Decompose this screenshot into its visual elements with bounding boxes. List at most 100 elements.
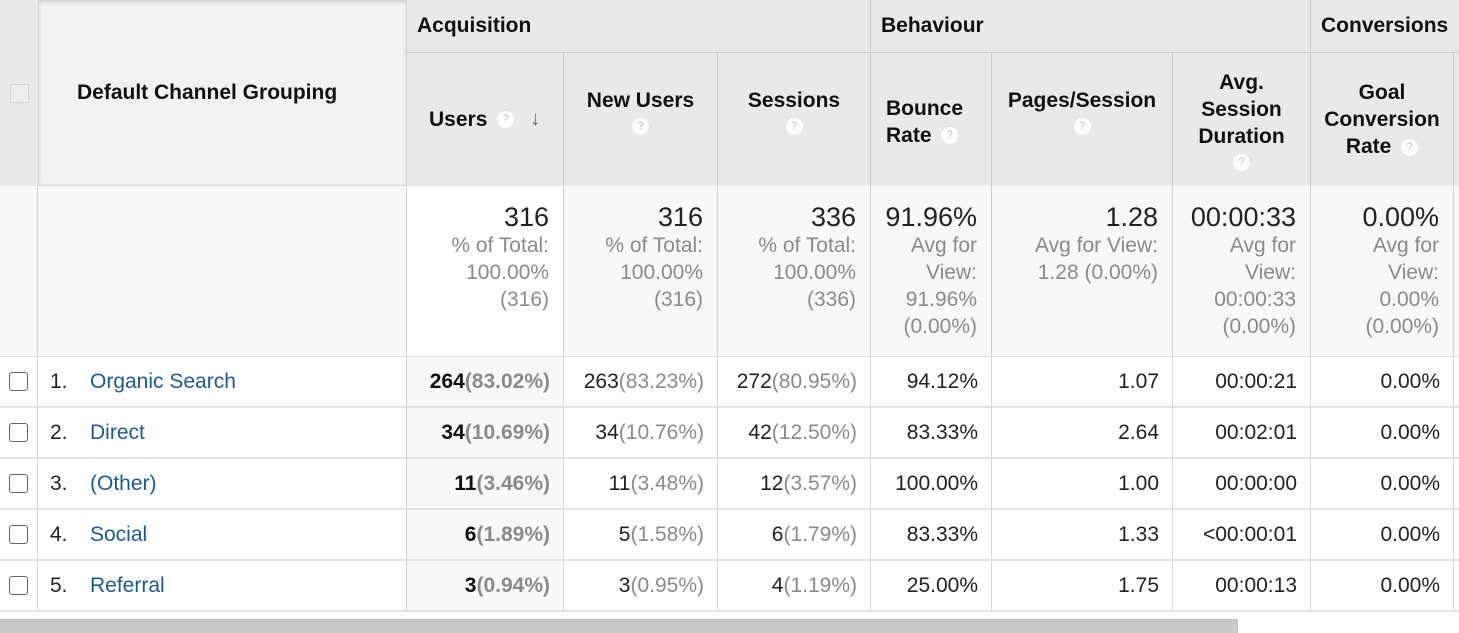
row-index: 3.	[50, 471, 68, 495]
cell-new-users: 11 (3.48%)	[564, 459, 718, 510]
question-circle-icon[interactable]: ?	[785, 117, 803, 135]
column-header-pages-session[interactable]: Pages/Session ?	[992, 53, 1173, 186]
row-checkbox-cell	[0, 510, 38, 561]
column-header-bounce-rate[interactable]: Bounce Rate ?	[871, 53, 992, 186]
cell-avg-session-duration: 00:00:13	[1173, 561, 1311, 612]
total-sub: 100.00%	[620, 261, 703, 284]
total-sub: Avg for	[1229, 234, 1296, 257]
row-overflow	[1454, 357, 1459, 408]
cell-bounce-rate: 83.33%	[871, 510, 992, 561]
cell-goal-conversion-rate: 0.00%	[1311, 357, 1454, 408]
row-overflow	[1454, 510, 1459, 561]
totals-overflow	[1454, 186, 1459, 357]
bounce-rate-value: 94.12%	[906, 369, 978, 393]
goal-conv-value: 0.00%	[1380, 369, 1440, 393]
total-sub: (316)	[499, 288, 549, 311]
select-all-checkbox[interactable]	[9, 83, 29, 103]
row-checkbox[interactable]	[9, 576, 28, 595]
total-sub: 91.96%	[905, 288, 977, 311]
new-users-percent: (10.76%)	[618, 420, 704, 444]
users-percent: (83.02%)	[464, 369, 550, 393]
row-checkbox[interactable]	[9, 372, 28, 391]
channel-link[interactable]: Social	[90, 523, 147, 547]
question-circle-icon[interactable]: ?	[941, 127, 959, 145]
cell-bounce-rate: 83.33%	[871, 408, 992, 459]
column-header-goal-conversion-rate[interactable]: Goal Conversion Rate ?	[1311, 53, 1454, 186]
avg-duration-value: 00:00:13	[1215, 573, 1297, 597]
row-checkbox[interactable]	[9, 525, 28, 544]
cell-sessions: 4 (1.19%)	[718, 561, 871, 612]
cell-goal-conversion-rate: 0.00%	[1311, 408, 1454, 459]
arrow-down-icon[interactable]: ↓	[530, 106, 540, 133]
report-table: Default Channel Grouping Acquisition Beh…	[0, 0, 1459, 612]
pages-session-value: 1.75	[1118, 573, 1159, 597]
cell-users: 6 (1.89%)	[407, 510, 564, 561]
pages-session-value: 1.07	[1118, 369, 1159, 393]
cell-pages-session: 1.33	[992, 510, 1173, 561]
total-value: 91.96%	[885, 202, 977, 232]
new-users-percent: (3.48%)	[630, 471, 704, 495]
row-index: 4.	[50, 522, 68, 546]
new-users-value: 34	[595, 420, 619, 444]
sessions-percent: (1.79%)	[783, 522, 857, 546]
row-checkbox[interactable]	[9, 423, 28, 442]
question-circle-icon[interactable]: ?	[1073, 117, 1091, 135]
cell-bounce-rate: 25.00%	[871, 561, 992, 612]
total-sub: 1.28 (0.00%)	[1037, 261, 1158, 284]
column-header-users[interactable]: Users ? ↓	[407, 53, 564, 186]
row-checkbox-cell	[0, 561, 38, 612]
cell-goal-conversion-rate: 0.00%	[1311, 561, 1454, 612]
sessions-value: 12	[760, 471, 784, 495]
total-sub: (0.00%)	[1365, 315, 1439, 338]
sessions-percent: (3.57%)	[783, 471, 857, 495]
column-label: New Users	[586, 88, 695, 112]
column-header-sessions[interactable]: Sessions ?	[718, 53, 871, 186]
users-value: 264	[429, 369, 465, 393]
channel-link[interactable]: Referral	[90, 574, 165, 598]
total-value: 316	[657, 202, 703, 232]
total-sub: 100.00%	[773, 261, 856, 284]
bounce-rate-value: 25.00%	[906, 573, 978, 597]
avg-duration-value: 00:00:21	[1215, 369, 1297, 393]
total-sub: (316)	[653, 288, 703, 311]
users-percent: (10.69%)	[464, 420, 550, 444]
question-circle-icon[interactable]: ?	[632, 117, 649, 135]
column-header-new-users[interactable]: New Users ?	[564, 53, 718, 186]
total-sub: View:	[926, 261, 977, 284]
cell-sessions: 272 (80.95%)	[718, 357, 871, 408]
group-label: Behaviour	[881, 14, 984, 37]
new-users-value: 3	[618, 573, 631, 597]
bounce-rate-value: 83.33%	[906, 420, 978, 444]
horizontal-scrollbar-thumb[interactable]	[0, 619, 1238, 633]
total-value: 336	[810, 202, 856, 232]
question-circle-icon[interactable]: ?	[1233, 153, 1250, 171]
avg-duration-value: 00:00:00	[1215, 471, 1297, 495]
column-label: Goal Conversion Rate	[1324, 81, 1440, 158]
row-dimension-cell: 4. Social	[38, 510, 407, 561]
column-header-avg-session-duration[interactable]: Avg. Session Duration ?	[1173, 53, 1311, 186]
question-circle-icon[interactable]: ?	[1401, 138, 1419, 156]
column-label-wrap: Bounce Rate ?	[886, 95, 976, 149]
pages-session-value: 1.33	[1118, 522, 1159, 546]
cell-new-users: 5 (1.58%)	[564, 510, 718, 561]
channel-link[interactable]: Direct	[90, 421, 145, 445]
total-sub: (336)	[806, 288, 856, 311]
new-users-value: 5	[618, 522, 631, 546]
cell-bounce-rate: 100.00%	[871, 459, 992, 510]
goal-conv-value: 0.00%	[1380, 522, 1440, 546]
users-percent: (0.94%)	[476, 573, 550, 597]
new-users-percent: (83.23%)	[618, 369, 704, 393]
dimension-header[interactable]: Default Channel Grouping	[38, 0, 407, 186]
sessions-value: 42	[748, 420, 772, 444]
row-checkbox[interactable]	[9, 474, 28, 493]
cell-sessions: 12 (3.57%)	[718, 459, 871, 510]
channel-link[interactable]: (Other)	[90, 472, 157, 496]
bounce-rate-value: 100.00%	[895, 471, 978, 495]
question-circle-icon[interactable]: ?	[497, 111, 515, 128]
channel-link[interactable]: Organic Search	[90, 370, 236, 394]
total-value: 0.00%	[1362, 202, 1439, 232]
row-overflow	[1454, 459, 1459, 510]
totals-bounce-rate: 91.96% Avg for View: 91.96% (0.00%)	[871, 186, 992, 357]
pages-session-value: 2.64	[1118, 420, 1159, 444]
group-label: Acquisition	[417, 14, 532, 37]
